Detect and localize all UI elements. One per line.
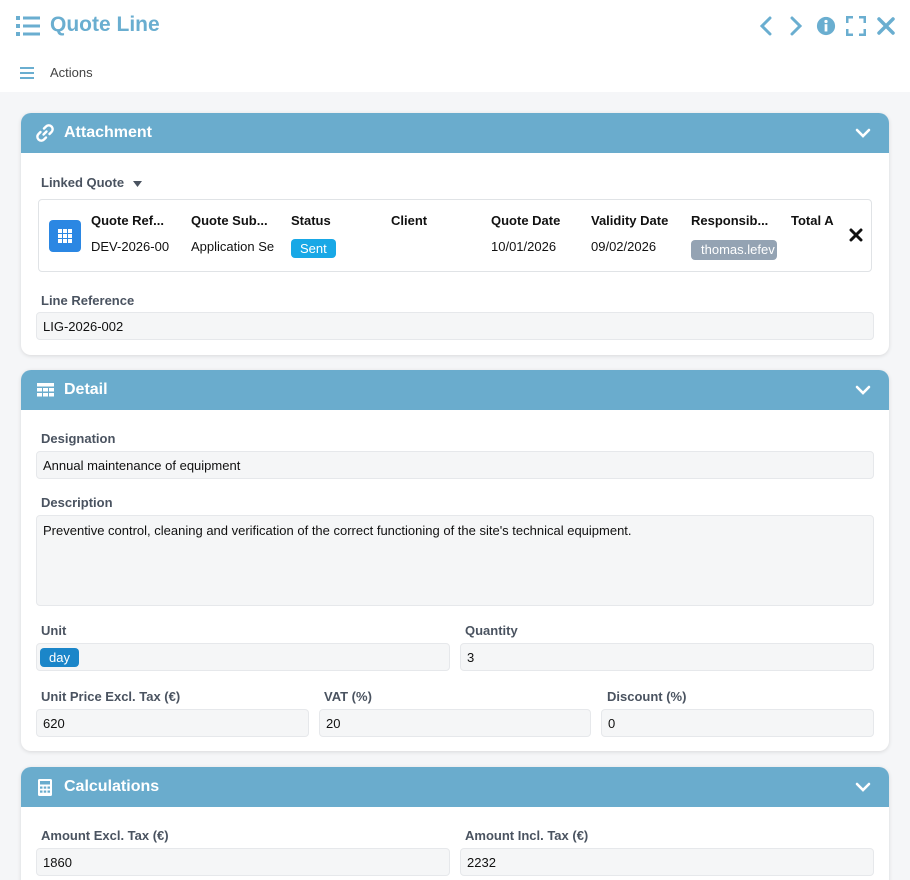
quantity-label: Quantity (465, 623, 518, 638)
table-icon (35, 381, 55, 399)
caret-down-icon (132, 181, 142, 187)
line-reference-field[interactable]: LIG-2026-002 (36, 312, 874, 340)
chevron-down-icon[interactable] (855, 382, 871, 398)
unit-label: Unit (41, 623, 67, 638)
chevron-left-icon[interactable] (756, 14, 776, 38)
quote-subject-value: Application Se (191, 239, 275, 254)
vat-label: VAT (%) (324, 689, 372, 704)
validity-date-value: 09/02/2026 (591, 239, 657, 254)
link-icon (35, 124, 55, 142)
amount-incl-field[interactable]: 2232 (460, 848, 874, 876)
amount-incl-label: Amount Incl. Tax (€) (465, 828, 589, 843)
unit-price-label: Unit Price Excl. Tax (€) (41, 689, 181, 704)
chevron-down-icon[interactable] (855, 779, 871, 795)
linked-quote-label-text: Linked Quote (41, 175, 125, 190)
calculations-heading: Calculations (64, 778, 160, 795)
page-title: Quote Line (50, 13, 160, 36)
attachment-panel-header[interactable]: Attachment (21, 113, 889, 153)
form-body: Attachment Linked Quote Quote Ref... Quo… (0, 92, 910, 880)
fullscreen-icon[interactable] (846, 14, 866, 38)
column-header: Quote Ref... (91, 213, 164, 228)
designation-field[interactable]: Annual maintenance of equipment (36, 451, 874, 479)
column-header: Status (291, 213, 331, 228)
discount-field[interactable]: 0 (601, 709, 874, 737)
responsible-badge: thomas.lefev (691, 240, 777, 260)
remove-icon[interactable] (849, 228, 863, 242)
line-reference-label: Line Reference (41, 293, 135, 308)
attachment-panel: Attachment Linked Quote Quote Ref... Quo… (21, 113, 889, 355)
close-icon[interactable] (876, 14, 896, 38)
vat-field[interactable]: 20 (319, 709, 591, 737)
unit-field[interactable]: day (36, 643, 450, 671)
status-badge: Sent (291, 239, 336, 258)
actions-menu[interactable]: Actions (20, 65, 93, 80)
designation-label: Designation (41, 431, 116, 446)
window-controls (756, 14, 896, 38)
column-header: Client (391, 213, 428, 228)
list-icon (16, 16, 40, 36)
description-label: Description (41, 495, 113, 510)
description-field[interactable]: Preventive control, cleaning and verific… (36, 515, 874, 606)
quote-ref-value: DEV-2026-00 (91, 239, 170, 254)
linked-quote-record[interactable]: Quote Ref... Quote Sub... Status Client … (38, 199, 872, 272)
detail-panel: Detail Designation Annual maintenance of… (21, 370, 889, 751)
quantity-field[interactable]: 3 (460, 643, 874, 671)
unit-chip: day (40, 647, 79, 667)
quote-date-value: 10/01/2026 (491, 239, 557, 254)
column-header: Total A (791, 213, 834, 228)
info-icon[interactable] (816, 14, 836, 38)
column-header: Responsib... (691, 213, 769, 228)
amount-excl-label: Amount Excl. Tax (€) (41, 828, 169, 843)
unit-price-field[interactable]: 620 (36, 709, 309, 737)
amount-excl-field[interactable]: 1860 (36, 848, 450, 876)
window-header: Quote Line Actions (0, 0, 910, 92)
detail-heading: Detail (64, 381, 108, 398)
column-header: Quote Sub... (191, 213, 268, 228)
calculations-panel: Calculations Amount Excl. Tax (€) 1860 A… (21, 767, 889, 880)
chevron-down-icon[interactable] (855, 125, 871, 141)
actions-label: Actions (50, 65, 93, 80)
column-header: Validity Date (591, 213, 669, 228)
detail-panel-header[interactable]: Detail (21, 370, 889, 410)
column-header: Quote Date (491, 213, 561, 228)
table-icon[interactable] (49, 220, 81, 252)
discount-label: Discount (%) (607, 689, 687, 704)
chevron-right-icon[interactable] (786, 14, 806, 38)
attachment-heading: Attachment (64, 124, 153, 141)
calculations-panel-header[interactable]: Calculations (21, 767, 889, 807)
hamburger-icon (20, 66, 34, 79)
calculator-icon (35, 778, 55, 796)
linked-quote-label[interactable]: Linked Quote (41, 175, 142, 190)
